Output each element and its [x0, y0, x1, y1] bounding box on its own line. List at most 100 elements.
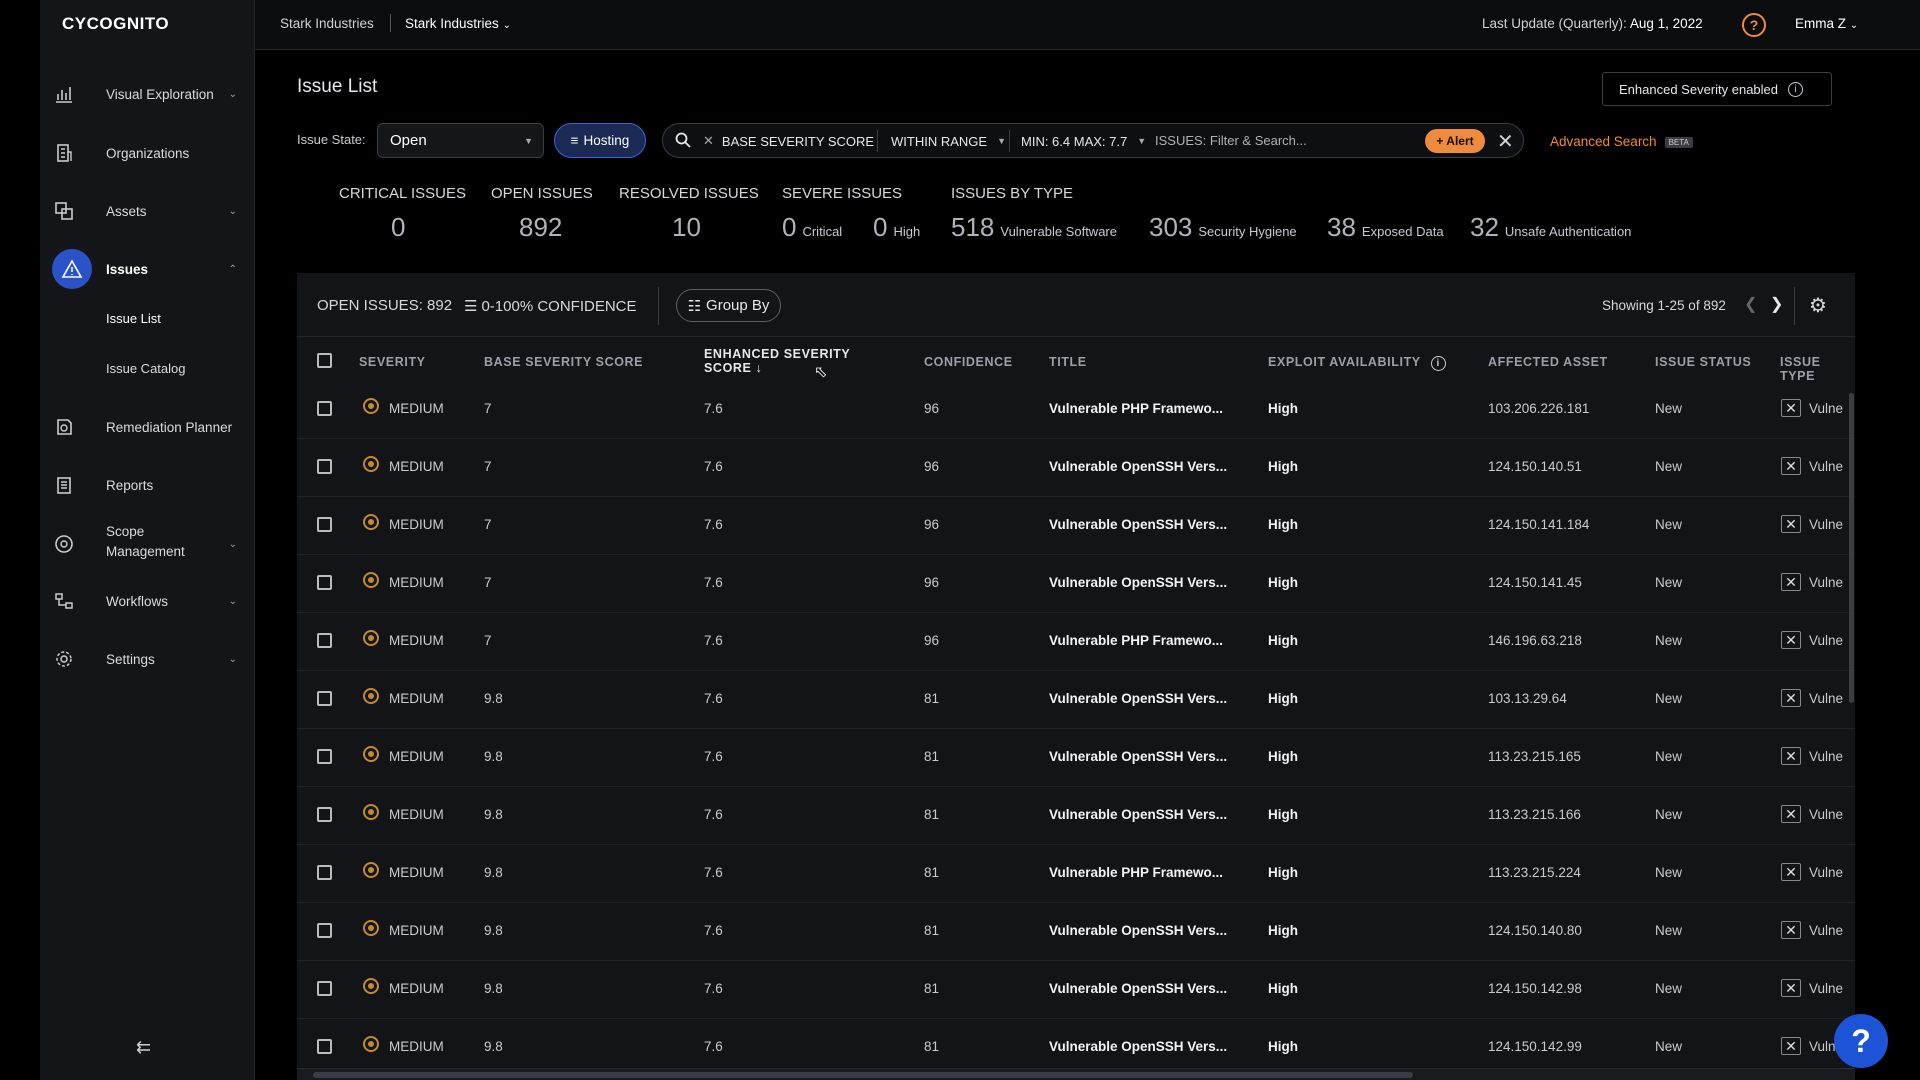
org-selector[interactable]: Stark Industries ⌄ — [405, 16, 511, 31]
cell-title[interactable]: Vulnerable PHP Framewo... — [1049, 865, 1223, 880]
close-icon[interactable]: ✕ — [703, 133, 714, 149]
row-checkbox[interactable] — [317, 807, 332, 822]
row-checkbox[interactable] — [317, 1039, 332, 1054]
table-row[interactable]: ✕ MEDIUM 9.8 7.6 81 Vulnerable PHP Framewo...… — [297, 845, 1855, 903]
row-checkbox[interactable] — [317, 923, 332, 938]
cell-title[interactable]: Vulnerable OpenSSH Vers... — [1049, 981, 1227, 996]
row-checkbox[interactable] — [317, 865, 332, 880]
critical-issues-value[interactable]: 0 — [391, 212, 405, 243]
cell-asset[interactable]: 124.150.141.184 — [1488, 517, 1589, 532]
cell-asset[interactable]: 124.150.140.80 — [1488, 923, 1582, 938]
cell-asset[interactable]: 124.150.142.98 — [1488, 981, 1582, 996]
sidebar-item-reports[interactable]: Reports — [40, 465, 255, 505]
cell-asset[interactable]: 103.13.29.64 — [1488, 691, 1567, 706]
column-header-exploit[interactable]: EXPLOIT AVAILABILITY i — [1268, 355, 1446, 371]
severe-critical[interactable]: 0 Critical — [782, 212, 842, 243]
row-checkbox[interactable] — [317, 691, 332, 706]
sidebar-item-visual-exploration[interactable]: Visual Exploration ⌄ — [40, 74, 255, 114]
column-header-asset[interactable]: AFFECTED ASSET — [1488, 355, 1608, 369]
cell-title[interactable]: Vulnerable OpenSSH Vers... — [1049, 923, 1227, 938]
sidebar-subitem-issue-list[interactable]: Issue List — [106, 311, 161, 326]
cell-asset[interactable]: 113.23.215.166 — [1488, 807, 1581, 822]
cell-asset[interactable]: 146.196.63.218 — [1488, 633, 1582, 648]
add-alert-button[interactable]: + Alert — [1425, 129, 1485, 153]
sidebar-subitem-issue-catalog[interactable]: Issue Catalog — [106, 361, 186, 376]
advanced-search-link[interactable]: Advanced Search BETA — [1550, 134, 1693, 149]
column-header-type[interactable]: ISSUE TYPE — [1780, 355, 1855, 383]
filter-chip-field[interactable]: ✕ BASE SEVERITY SCORE — [703, 129, 874, 153]
row-checkbox[interactable] — [317, 401, 332, 416]
sidebar-item-workflows[interactable]: Workflows ⌄ — [40, 581, 255, 621]
table-row[interactable]: ✕ MEDIUM 7 7.6 96 Vulnerable OpenSSH Vers... H… — [297, 555, 1855, 613]
sidebar-item-remediation-planner[interactable]: Remediation Planner — [40, 407, 255, 447]
cell-title[interactable]: Vulnerable OpenSSH Vers... — [1049, 691, 1227, 706]
table-row[interactable]: ✕ MEDIUM 9.8 7.6 81 Vulnerable OpenSSH Vers..… — [297, 961, 1855, 1019]
column-header-confidence[interactable]: CONFIDENCE — [924, 355, 1013, 369]
cell-title[interactable]: Vulnerable OpenSSH Vers... — [1049, 575, 1227, 590]
cell-asset[interactable]: 113.23.215.165 — [1488, 749, 1581, 764]
row-checkbox[interactable] — [317, 749, 332, 764]
sidebar-item-scope-management[interactable]: Scope Management ⌄ — [40, 522, 255, 566]
type-unsafe-authentication[interactable]: 32 Unsafe Authentication — [1470, 212, 1631, 243]
sidebar-item-issues[interactable]: Issues ⌃ — [40, 249, 255, 289]
open-issues-value[interactable]: 892 — [519, 212, 562, 243]
table-row[interactable]: ✕ MEDIUM 9.8 7.6 81 Vulnerable OpenSSH Vers..… — [297, 787, 1855, 845]
severe-high[interactable]: 0 High — [873, 212, 920, 243]
row-checkbox[interactable] — [317, 517, 332, 532]
gear-icon[interactable]: ⚙ — [1809, 293, 1827, 318]
table-row[interactable]: ✕ MEDIUM 9.8 7.6 81 Vulnerable OpenSSH Vers..… — [297, 729, 1855, 787]
table-row[interactable]: ✕ MEDIUM 9.8 7.6 81 Vulnerable OpenSSH Vers..… — [297, 903, 1855, 961]
collapse-sidebar-icon[interactable]: ⇇ — [136, 1037, 151, 1058]
row-checkbox[interactable] — [317, 633, 332, 648]
resolved-issues-value[interactable]: 10 — [672, 212, 701, 243]
issue-state-select[interactable]: Open ▼ — [377, 123, 544, 158]
clear-search-icon[interactable]: ✕ — [1497, 129, 1514, 154]
app-logo[interactable]: CYCOGNITO — [62, 14, 169, 34]
cell-title[interactable]: Vulnerable PHP Framewo... — [1049, 401, 1223, 416]
vertical-scrollbar[interactable] — [1849, 393, 1854, 703]
table-row[interactable]: ✕ MEDIUM 7 7.6 96 Vulnerable OpenSSH Vers... H… — [297, 497, 1855, 555]
confidence-filter[interactable]: ☰ 0-100% CONFIDENCE — [464, 297, 637, 315]
column-header-severity[interactable]: SEVERITY — [359, 355, 426, 369]
column-header-enhanced-score[interactable]: ENHANCED SEVERITY SCORE ↓ — [704, 347, 850, 375]
info-icon[interactable]: i — [1788, 81, 1804, 97]
filter-chip-value[interactable]: MIN: 6.4 MAX: 7.7 ▼ — [1021, 129, 1146, 153]
cell-asset[interactable]: 103.206.226.181 — [1488, 401, 1589, 416]
cell-title[interactable]: Vulnerable OpenSSH Vers... — [1049, 517, 1227, 532]
column-header-base-score[interactable]: BASE SEVERITY SCORE — [484, 355, 643, 369]
type-vulnerable-software[interactable]: 518 Vulnerable Software — [951, 212, 1117, 243]
hosting-filter-chip[interactable]: ≡ Hosting — [554, 123, 646, 158]
cell-title[interactable]: Vulnerable OpenSSH Vers... — [1049, 459, 1227, 474]
cell-title[interactable]: Vulnerable PHP Framewo... — [1049, 633, 1223, 648]
row-checkbox[interactable] — [317, 981, 332, 996]
cell-title[interactable]: Vulnerable OpenSSH Vers... — [1049, 807, 1227, 822]
table-row[interactable]: ✕ MEDIUM 7 7.6 96 Vulnerable PHP Framewo... Hi… — [297, 613, 1855, 671]
cell-asset[interactable]: 124.150.140.51 — [1488, 459, 1582, 474]
column-header-status[interactable]: ISSUE STATUS — [1655, 355, 1751, 369]
cell-title[interactable]: Vulnerable OpenSSH Vers... — [1049, 749, 1227, 764]
cell-title[interactable]: Vulnerable OpenSSH Vers... — [1049, 1039, 1227, 1054]
horizontal-scrollbar[interactable] — [297, 1068, 1855, 1080]
cell-asset[interactable]: 124.150.141.45 — [1488, 575, 1582, 590]
table-row[interactable]: ✕ MEDIUM 9.8 7.6 81 Vulnerable OpenSSH Vers..… — [297, 671, 1855, 729]
enhanced-severity-toggle[interactable]: Enhanced Severity enabled i — [1602, 72, 1832, 106]
table-row[interactable]: ✕ MEDIUM 7 7.6 96 Vulnerable OpenSSH Vers... H… — [297, 439, 1855, 497]
chevron-right-icon[interactable]: ❯ — [1770, 294, 1783, 314]
user-menu[interactable]: Emma Z ⌄ — [1795, 16, 1858, 31]
search-bar[interactable]: ✕ BASE SEVERITY SCORE WITHIN RANGE ▼ MIN: … — [662, 123, 1524, 158]
cell-asset[interactable]: 124.150.142.99 — [1488, 1039, 1582, 1054]
select-all-checkbox[interactable] — [317, 353, 332, 368]
search-input[interactable]: ISSUES: Filter & Search... — [1155, 133, 1307, 148]
filter-chip-operator[interactable]: WITHIN RANGE ▼ — [891, 129, 1006, 153]
group-by-button[interactable]: ☷ Group By — [676, 289, 781, 322]
row-checkbox[interactable] — [317, 575, 332, 590]
breadcrumb-org[interactable]: Stark Industries — [280, 16, 374, 31]
type-security-hygiene[interactable]: 303 Security Hygiene — [1149, 212, 1297, 243]
column-header-title[interactable]: TITLE — [1049, 355, 1087, 369]
scroll-thumb[interactable] — [313, 1072, 1413, 1078]
help-icon[interactable]: ? — [1742, 13, 1766, 37]
info-icon[interactable]: i — [1430, 356, 1446, 371]
cell-asset[interactable]: 113.23.215.224 — [1488, 865, 1581, 880]
sidebar-item-assets[interactable]: Assets ⌄ — [40, 191, 255, 231]
chevron-left-icon[interactable]: ❮ — [1744, 294, 1757, 314]
